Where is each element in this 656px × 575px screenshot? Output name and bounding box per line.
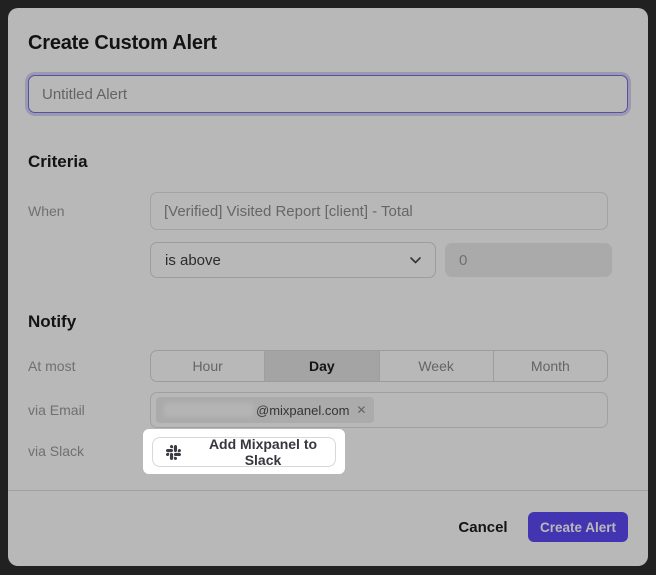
page-title: Create Custom Alert [28,32,217,55]
metric-input[interactable] [150,192,608,230]
frequency-segmented-control: Hour Day Week Month [150,350,608,382]
threshold-input[interactable] [445,243,612,277]
email-domain-text: @mixpanel.com [256,403,349,418]
slack-icon [166,445,181,460]
segment-week[interactable]: Week [379,351,493,381]
criteria-heading: Criteria [28,152,88,172]
via-email-label: via Email [28,392,85,428]
footer-divider [8,490,648,491]
create-alert-button[interactable]: Create Alert [528,512,628,542]
email-recipients-input[interactable]: @mixpanel.com ✕ [150,392,608,428]
via-slack-label: via Slack [28,429,84,474]
operator-selected-value: is above [165,252,221,269]
operator-select[interactable]: is above [150,242,436,278]
remove-email-icon[interactable]: ✕ [356,404,366,416]
segment-day[interactable]: Day [264,351,378,381]
slack-spotlight: Add Mixpanel to Slack [143,429,345,474]
notify-heading: Notify [28,312,76,332]
add-mixpanel-to-slack-button[interactable]: Add Mixpanel to Slack [152,437,336,467]
screen: Create Custom Alert Criteria When is abo… [0,0,656,575]
alert-name-input[interactable] [28,75,628,113]
when-label: When [28,192,65,230]
slack-button-label: Add Mixpanel to Slack [191,436,335,468]
at-most-label: At most [28,350,75,382]
create-custom-alert-dialog: Create Custom Alert Criteria When is abo… [8,8,648,566]
segment-month[interactable]: Month [493,351,607,381]
cancel-button[interactable]: Cancel [443,512,523,542]
redacted-email-username [164,403,254,417]
email-chip: @mixpanel.com ✕ [156,397,374,423]
segment-hour[interactable]: Hour [151,351,264,381]
chevron-down-icon [410,257,421,264]
